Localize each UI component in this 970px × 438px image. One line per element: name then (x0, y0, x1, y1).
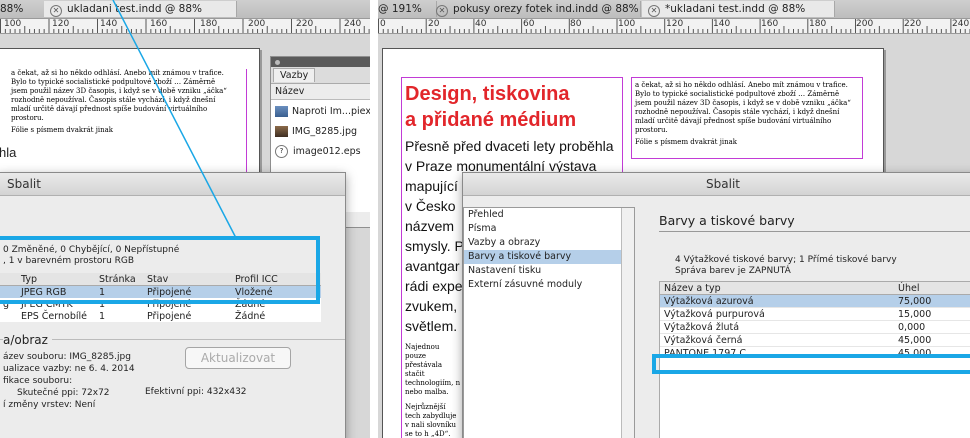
left-indesign-window: 88% ✕ ukladani test.indd @ 88% 100 120 14… (0, 0, 370, 438)
headline[interactable]: Design, tiskovina a přidané médium (405, 81, 576, 133)
body-paragraph: a čekat, až si ho někdo odhlásí. Anebo m… (635, 81, 851, 134)
ruler-label: 80 (570, 19, 582, 29)
headline-line: Design, tiskovina (405, 83, 570, 105)
ruler-label: 160 (761, 19, 779, 29)
ruler-label: 20 (428, 19, 440, 29)
ruler-label: 140 (713, 19, 731, 29)
horizontal-ruler[interactable]: 0 20 40 60 80 100 120 140 160 180 200 22… (378, 19, 970, 34)
table-cell: 75,000 (898, 295, 932, 307)
ruler-label: 240 (952, 19, 970, 29)
tab-label: @ 191% (378, 3, 422, 15)
table-cell: 0,000 (898, 321, 926, 333)
nav-item-selected[interactable]: Barvy a tiskové barvy (464, 250, 634, 264)
ink-summary: 4 Výtažkové tiskové barvy; 1 Přímé tisko… (675, 255, 897, 277)
headline-line: a přidané médium (405, 109, 577, 131)
ruler-label: 180 (809, 19, 827, 29)
footnote: Najednou pouze přestávala stačit technol… (405, 343, 461, 396)
document-tab[interactable]: @ 191% (378, 1, 437, 17)
footnote: Nejrůznější tech zabydluje v nali slovní… (405, 403, 457, 438)
ruler-label: 120 (666, 19, 684, 29)
table-row[interactable]: Výtažková žlutá 0,000 (660, 320, 970, 334)
highlight-box (652, 354, 970, 374)
table-row[interactable]: Výtažková černá 45,000 (660, 333, 970, 347)
table-cell: Výtažková černá (664, 334, 743, 346)
nav-item[interactable]: Přehled (464, 208, 634, 222)
ruler-label: 200 (856, 19, 874, 29)
package-dialog: Sbalit Přehled Písma Vazby a obrazy Barv… (462, 172, 970, 438)
document-tab[interactable]: ✕ pokusy orezy fotek ind.indd @ 88% (430, 1, 641, 17)
nav-item[interactable]: Písma (464, 222, 634, 236)
summary-line: Správa barev je ZAPNUTÁ (675, 266, 791, 276)
table-cell: 45,000 (898, 334, 932, 346)
table-cell: 15,000 (898, 308, 932, 320)
image-gap (370, 0, 378, 438)
body-line: Přesně před dvaceti lety proběhla (405, 138, 614, 154)
table-row[interactable]: Výtažková azurová 75,000 (660, 294, 970, 308)
table-cell: Výtažková purpurová (664, 308, 765, 320)
table-header: Název a typ Úhel (660, 282, 970, 295)
table-row[interactable]: Výtažková purpurová 15,000 (660, 307, 970, 321)
nav-scrollbar[interactable] (621, 208, 634, 438)
table-cell: Výtažková azurová (664, 295, 754, 307)
table-cell: Výtažková žlutá (664, 321, 740, 333)
ruler-label: 220 (904, 19, 922, 29)
ruler-label: 60 (523, 19, 535, 29)
ruler-label: 0 (380, 19, 386, 29)
column-name-type[interactable]: Název a typ (660, 282, 894, 295)
tab-label: *ukladani test.indd @ 88% (665, 3, 806, 15)
body-paragraph: Fólie s písmem dvakrát jinak (635, 138, 738, 146)
footnote-frame[interactable]: Najednou pouze přestávala stačit technol… (405, 343, 461, 438)
nav-item[interactable]: Nastavení tisku (464, 264, 634, 278)
dialog-title: Sbalit (463, 173, 970, 196)
nav-item[interactable]: Vazby a obrazy (464, 236, 634, 250)
tab-label: pokusy orezy fotek ind.indd @ 88% (453, 3, 639, 15)
pointer-line (112, 0, 237, 239)
right-indesign-window: @ 191% ✕ pokusy orezy fotek ind.indd @ 88… (378, 0, 970, 438)
package-nav-list: Přehled Písma Vazby a obrazy Barvy a tis… (463, 207, 635, 438)
nav-item[interactable]: Externí zásuvné moduly (464, 278, 634, 292)
close-tab-icon[interactable]: ✕ (436, 5, 448, 17)
section-heading: Barvy a tiskové barvy (659, 213, 795, 228)
column-angle[interactable]: Úhel (894, 282, 970, 295)
text-frame[interactable]: a čekat, až si ho někdo odhlásí. Anebo m… (635, 81, 857, 147)
document-tab-bar: @ 191% ✕ pokusy orezy fotek ind.indd @ 88… (378, 0, 970, 19)
close-tab-icon[interactable]: ✕ (648, 5, 660, 17)
document-tab-active[interactable]: ✕ *ukladani test.indd @ 88% (642, 1, 835, 17)
heading-rule (659, 231, 970, 232)
ruler-label: 100 (618, 19, 636, 29)
ruler-label: 40 (475, 19, 487, 29)
summary-line: 4 Výtažkové tiskové barvy; 1 Přímé tisko… (675, 255, 897, 265)
